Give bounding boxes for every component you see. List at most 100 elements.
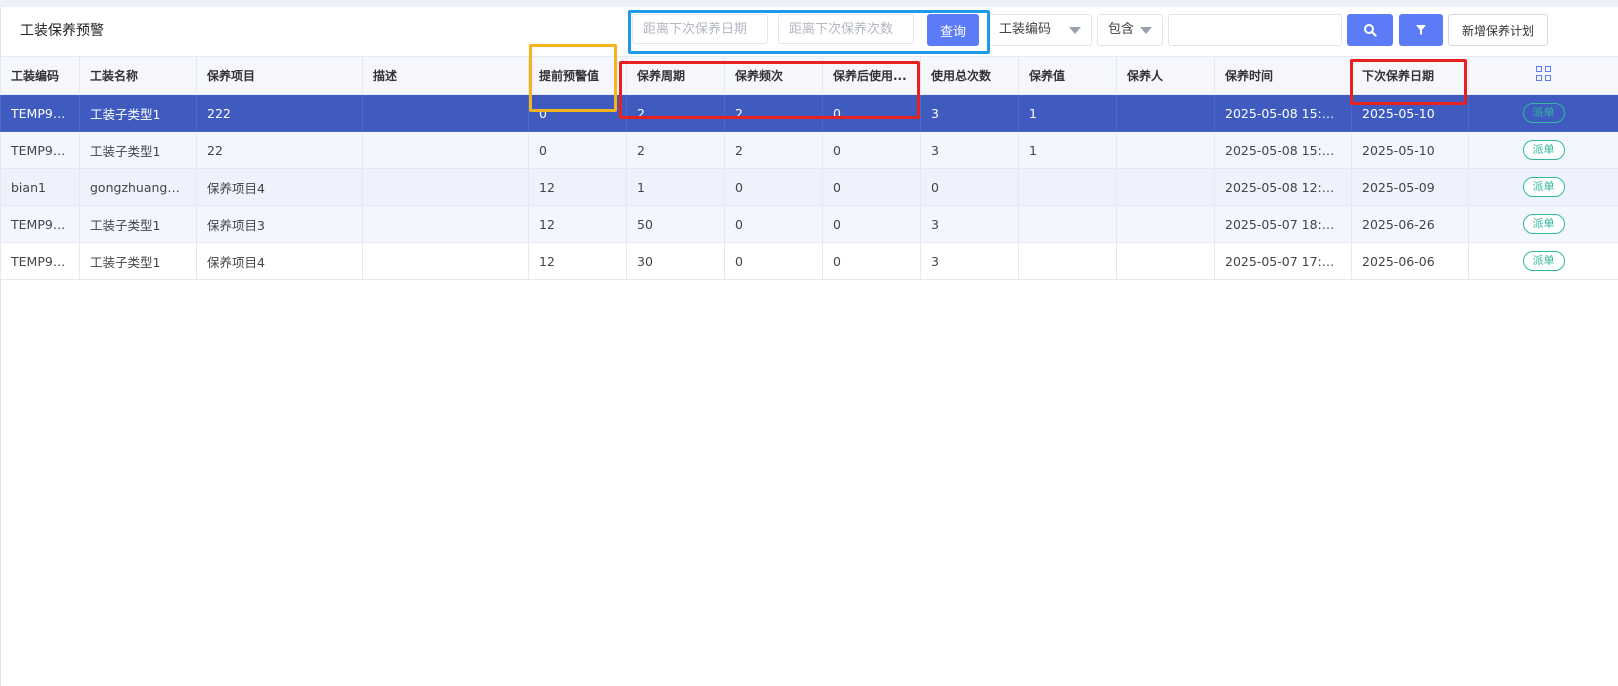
cell-name: 工装子类型1 — [79, 205, 197, 243]
cell-item: 22 — [196, 131, 363, 169]
cell-code: TEMP95... — [0, 205, 80, 243]
cell-after: 0 — [822, 242, 921, 280]
col-header-desc[interactable]: 描述 — [362, 56, 529, 95]
match-select[interactable]: 包含 — [1097, 14, 1163, 46]
cell-freq: 2 — [724, 131, 823, 169]
table-row[interactable]: TEMP95... 工装子类型1 保养项目3 12 50 0 0 3 2025-… — [0, 205, 1618, 243]
cell-action: 派单 — [1468, 168, 1618, 206]
add-maintenance-plan-button[interactable]: 新增保养计划 — [1448, 14, 1548, 46]
cell-person — [1116, 131, 1215, 169]
cell-item: 222 — [196, 94, 363, 132]
cell-item: 保养项目3 — [196, 205, 363, 243]
cell-name: 工装子类型1 — [79, 131, 197, 169]
cell-total: 0 — [920, 168, 1019, 206]
cell-total: 3 — [920, 94, 1019, 132]
next-maintenance-count-input[interactable] — [778, 14, 914, 44]
cell-freq: 0 — [724, 242, 823, 280]
cell-cycle: 50 — [626, 205, 725, 243]
maintenance-warning-table: 工装编码 工装名称 保养项目 描述 提前预警值 保养周期 保养频次 保养后使用.… — [0, 56, 1618, 280]
col-header-code[interactable]: 工装编码 — [0, 56, 80, 95]
cell-person — [1116, 242, 1215, 280]
cell-time: 2025-05-07 18:09:54 — [1214, 205, 1352, 243]
cell-desc — [362, 168, 529, 206]
cell-warn: 0 — [528, 94, 627, 132]
cell-warn: 0 — [528, 131, 627, 169]
table-row[interactable]: TEMP95... 工装子类型1 222 0 2 2 0 3 1 2025-05… — [0, 94, 1618, 132]
col-header-time[interactable]: 保养时间 — [1214, 56, 1352, 95]
table-row[interactable]: bian1 gongzhuang12... 保养项目4 12 1 0 0 0 2… — [0, 168, 1618, 206]
cell-next: 2025-06-06 — [1351, 242, 1469, 280]
cell-total: 3 — [920, 242, 1019, 280]
cell-code: TEMP95... — [0, 131, 80, 169]
query-button[interactable]: 查询 — [927, 14, 979, 46]
search-icon — [1364, 24, 1377, 37]
cell-cycle: 2 — [626, 94, 725, 132]
dispatch-button[interactable]: 派单 — [1522, 214, 1565, 234]
col-header-item[interactable]: 保养项目 — [196, 56, 363, 95]
cell-name: 工装子类型1 — [79, 242, 197, 280]
cell-time: 2025-05-08 12:01:34 — [1214, 168, 1352, 206]
cell-value: 1 — [1018, 131, 1117, 169]
table-header-row: 工装编码 工装名称 保养项目 描述 提前预警值 保养周期 保养频次 保养后使用.… — [0, 56, 1618, 95]
caret-down-icon — [1140, 27, 1152, 34]
col-header-warn[interactable]: 提前预警值 — [528, 56, 627, 95]
cell-next: 2025-05-10 — [1351, 94, 1469, 132]
cell-warn: 12 — [528, 168, 627, 206]
cell-code: TEMP95... — [0, 94, 80, 132]
cell-item: 保养项目4 — [196, 242, 363, 280]
cell-freq: 2 — [724, 94, 823, 132]
cell-value — [1018, 168, 1117, 206]
col-header-value[interactable]: 保养值 — [1018, 56, 1117, 95]
cell-warn: 12 — [528, 242, 627, 280]
cell-action: 派单 — [1468, 242, 1618, 280]
cell-freq: 0 — [724, 205, 823, 243]
dispatch-button[interactable]: 派单 — [1522, 251, 1565, 271]
cell-time: 2025-05-07 17:58:03 — [1214, 242, 1352, 280]
column-settings-icon[interactable] — [1535, 66, 1552, 82]
cell-name: 工装子类型1 — [79, 94, 197, 132]
col-header-name[interactable]: 工装名称 — [79, 56, 197, 95]
cell-desc — [362, 94, 529, 132]
cell-cycle: 2 — [626, 131, 725, 169]
cell-time: 2025-05-08 15:22:03 — [1214, 94, 1352, 132]
cell-next: 2025-05-09 — [1351, 168, 1469, 206]
cell-next: 2025-06-26 — [1351, 205, 1469, 243]
next-maintenance-date-input[interactable] — [632, 14, 768, 44]
cell-action: 派单 — [1468, 205, 1618, 243]
col-header-next[interactable]: 下次保养日期 — [1351, 56, 1469, 95]
table-row[interactable]: TEMP95... 工装子类型1 保养项目4 12 30 0 0 3 2025-… — [0, 242, 1618, 280]
col-header-freq[interactable]: 保养频次 — [724, 56, 823, 95]
dispatch-button[interactable]: 派单 — [1522, 177, 1565, 197]
search-input[interactable] — [1168, 14, 1342, 46]
col-header-after[interactable]: 保养后使用... — [822, 56, 921, 95]
table-row[interactable]: TEMP95... 工装子类型1 22 0 2 2 0 3 1 2025-05-… — [0, 131, 1618, 169]
col-header-total[interactable]: 使用总次数 — [920, 56, 1019, 95]
cell-time: 2025-05-08 15:22:03 — [1214, 131, 1352, 169]
caret-down-icon — [1069, 27, 1081, 34]
dispatch-button[interactable]: 派单 — [1522, 103, 1565, 123]
cell-desc — [362, 131, 529, 169]
cell-after: 0 — [822, 168, 921, 206]
cell-person — [1116, 168, 1215, 206]
col-header-cycle[interactable]: 保养周期 — [626, 56, 725, 95]
cell-action: 派单 — [1468, 131, 1618, 169]
column-settings[interactable] — [1468, 56, 1618, 95]
cell-cycle: 1 — [626, 168, 725, 206]
page-title: 工装保养预警 — [20, 23, 104, 39]
dispatch-button[interactable]: 派单 — [1522, 140, 1565, 160]
filter-icon — [1416, 25, 1426, 35]
filter-button[interactable] — [1399, 14, 1443, 46]
cell-value — [1018, 205, 1117, 243]
field-select[interactable]: 工装编码 — [988, 14, 1092, 46]
cell-total: 3 — [920, 205, 1019, 243]
col-header-person[interactable]: 保养人 — [1116, 56, 1215, 95]
field-select-value: 工装编码 — [999, 22, 1052, 37]
cell-person — [1116, 94, 1215, 132]
cell-value: 1 — [1018, 94, 1117, 132]
cell-next: 2025-05-10 — [1351, 131, 1469, 169]
cell-action: 派单 — [1468, 94, 1618, 132]
cell-code: bian1 — [0, 168, 80, 206]
cell-warn: 12 — [528, 205, 627, 243]
search-button[interactable] — [1347, 14, 1393, 46]
cell-total: 3 — [920, 131, 1019, 169]
